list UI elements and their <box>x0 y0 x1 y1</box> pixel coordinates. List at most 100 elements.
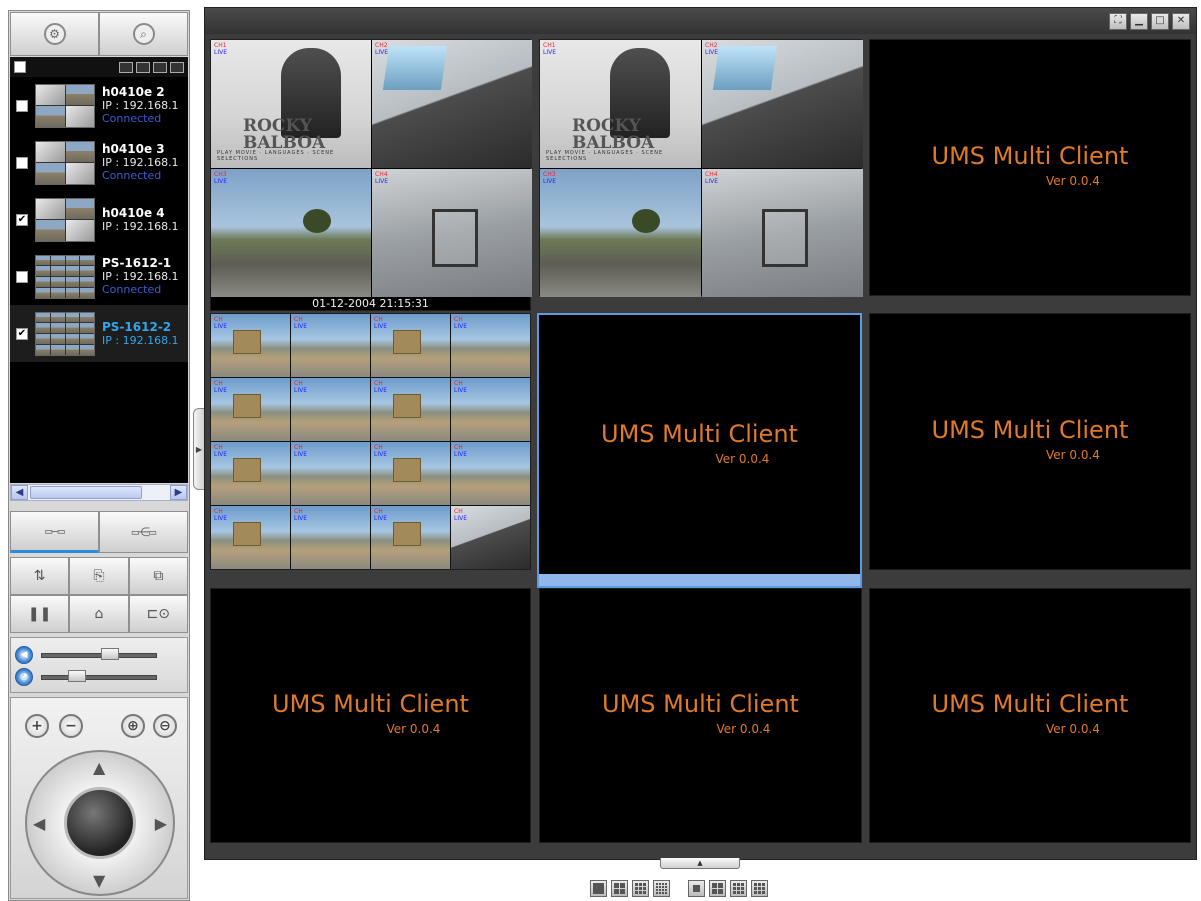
device-info: h0410e 2 IP : 192.168.1 Connected <box>102 86 180 125</box>
device-checkbox[interactable]: ✔ <box>16 213 28 226</box>
scroll-right-icon[interactable]: ▶ <box>170 485 187 500</box>
layout-1plus5-button[interactable] <box>709 880 726 897</box>
add-group-icon[interactable] <box>136 61 150 73</box>
video-cell-9[interactable]: UMS Multi Client Ver 0.0.4 <box>869 588 1191 843</box>
camera-feed: CH3 LIVE <box>540 169 701 297</box>
settings-button[interactable]: ⚙ <box>10 12 99 56</box>
alarm-button[interactable]: ⌂ <box>69 595 129 633</box>
close-icon: ✕ <box>1176 15 1186 26</box>
maximize-button[interactable]: □ <box>1151 12 1169 30</box>
close-button[interactable]: ✕ <box>1172 12 1190 30</box>
device-thumbnail <box>35 254 95 299</box>
device-checkbox[interactable] <box>16 270 28 283</box>
volume-slider[interactable] <box>41 647 157 660</box>
multi-channel-grid: CH LIVE CH LIVE CH LIVE CH LIVE CH LIVE CH LIVE CH LI… <box>211 314 530 569</box>
fullscreen-button[interactable]: ⛶ <box>1109 12 1127 30</box>
device-item[interactable]: h0410e 3 IP : 192.168.1 Connected <box>10 134 188 191</box>
tab-multi-connection[interactable]: ▭⋲▭ <box>99 511 188 553</box>
ptz-menu-button[interactable]: ⇅ <box>10 557 70 595</box>
pan-right-icon[interactable]: ▶ <box>155 814 167 833</box>
empty-channel-placeholder: UMS Multi Client Ver 0.0.4 <box>540 589 861 842</box>
video-cell-8[interactable]: UMS Multi Client Ver 0.0.4 <box>539 588 862 843</box>
ptz-panel: + − ⊕ ⊖ ▲ ▼ ◀ ▶ <box>10 697 188 899</box>
record-button[interactable]: ⊏⊙ <box>128 595 188 633</box>
camera-feed: CH LIVE <box>291 314 370 377</box>
video-cell-7[interactable]: UMS Multi Client Ver 0.0.4 <box>210 588 531 843</box>
video-cell-4[interactable]: CH LIVE CH LIVE CH LIVE CH LIVE CH LIVE CH LIVE CH LI… <box>210 313 531 570</box>
video-cell-2[interactable]: ROCKY BALBOA PLAY MOVIE · LANGUAGES · SCEN… <box>539 39 863 297</box>
select-all-checkbox[interactable] <box>14 61 26 73</box>
layout-3x3-button[interactable] <box>632 880 649 897</box>
pause-button[interactable]: ❚❚ <box>10 595 70 633</box>
speed-slider[interactable] <box>41 669 157 682</box>
speed-icon: ◔ <box>15 668 33 686</box>
pan-up-icon[interactable]: ▲ <box>93 758 105 777</box>
pause-icon: ❚❚ <box>27 606 52 622</box>
camera-feed: CH LIVE <box>451 506 530 569</box>
layout-4x4-button[interactable] <box>653 880 670 897</box>
placeholder-version: Ver 0.0.4 <box>716 721 771 736</box>
device-list-header <box>10 57 188 77</box>
device-item[interactable]: PS-1612-1 IP : 192.168.1 Connected <box>10 248 188 305</box>
device-thumbnail <box>35 140 95 185</box>
video-cell-1[interactable]: ROCKY BALBOA PLAY MOVIE · LANGUAGES · SCEN… <box>210 39 532 311</box>
device-item[interactable]: ✔ PS-1612-2 IP : 192.168.1 <box>10 305 188 362</box>
scrollbar-thumb[interactable] <box>30 486 142 499</box>
chevron-right-icon: ▶ <box>195 444 203 454</box>
placeholder-title: UMS Multi Client <box>602 689 799 718</box>
tab-single-connection[interactable]: ▭—▭ <box>10 511 99 553</box>
pan-down-icon[interactable]: ▼ <box>93 871 105 890</box>
zoom-in-button[interactable]: ⊕ <box>121 714 145 738</box>
layout-1plus7-button[interactable] <box>730 880 747 897</box>
video-cell-6[interactable]: UMS Multi Client Ver 0.0.4 <box>869 313 1191 570</box>
device-checkbox[interactable] <box>16 99 28 112</box>
layout-1x1-button[interactable] <box>590 880 607 897</box>
focus-plus-button[interactable]: + <box>25 714 49 738</box>
video-viewer: ⛶ ▁ □ ✕ ROCKY BALBOA PLAY MOVIE · LANGUAGE… <box>204 7 1197 860</box>
layout-2x2-button[interactable] <box>611 880 628 897</box>
plus-icon: + <box>31 718 43 734</box>
network-button[interactable]: ⧉ <box>128 557 188 595</box>
add-button[interactable]: ⎘ <box>69 557 129 595</box>
video-cell-3[interactable]: UMS Multi Client Ver 0.0.4 <box>869 39 1191 296</box>
pan-left-icon[interactable]: ◀ <box>33 814 45 833</box>
chevron-up-icon: ▲ <box>697 859 703 867</box>
device-checkbox[interactable]: ✔ <box>16 327 28 340</box>
scroll-left-icon[interactable]: ◀ <box>11 485 28 500</box>
ptz-joystick[interactable] <box>64 787 136 859</box>
zoom-out-button[interactable]: ⊖ <box>153 714 177 738</box>
camera-feed: CH LIVE <box>211 506 290 569</box>
focus-minus-button[interactable]: − <box>59 714 83 738</box>
volume-row: ◀ <box>15 644 183 666</box>
device-checkbox[interactable] <box>16 156 28 169</box>
speed-slider-handle[interactable] <box>68 669 87 682</box>
camera-icon: ⊏⊙ <box>146 606 171 622</box>
ptz-direction-pad[interactable]: ▲ ▼ ◀ ▶ <box>25 750 175 896</box>
remove-device-icon[interactable] <box>153 61 167 73</box>
layout-single-large-button[interactable] <box>688 880 705 897</box>
device-name: h0410e 2 <box>102 86 165 99</box>
video-cell-5[interactable]: UMS Multi Client Ver 0.0.4 <box>537 313 862 588</box>
edit-device-icon[interactable] <box>170 61 184 73</box>
camera-feed: ROCKY BALBOA PLAY MOVIE · LANGUAGES · SCEN… <box>211 40 371 168</box>
device-info: PS-1612-1 IP : 192.168.1 Connected <box>102 257 180 296</box>
empty-channel-placeholder: UMS Multi Client Ver 0.0.4 <box>539 315 860 576</box>
device-status: Connected <box>102 169 162 182</box>
minus-icon: − <box>65 718 77 734</box>
speaker-icon: ◀ <box>15 646 33 664</box>
add-device-icon[interactable] <box>119 61 133 73</box>
minimize-button[interactable]: ▁ <box>1130 12 1148 30</box>
placeholder-title: UMS Multi Client <box>931 415 1129 444</box>
device-list-scrollbar[interactable]: ◀ ▶ <box>10 484 188 501</box>
placeholder-title: UMS Multi Client <box>931 689 1129 718</box>
camera-feed: CH LIVE <box>211 378 290 441</box>
empty-channel-placeholder: UMS Multi Client Ver 0.0.4 <box>211 589 530 842</box>
layout-1plus12-button[interactable] <box>751 880 768 897</box>
device-thumbnail <box>35 311 95 356</box>
search-button[interactable]: ⌕ <box>99 12 188 56</box>
device-list: h0410e 2 IP : 192.168.1 Connected h0410e… <box>10 77 188 483</box>
expand-bottom-toggle[interactable]: ▲ <box>660 858 740 869</box>
volume-slider-handle[interactable] <box>100 647 119 660</box>
device-item[interactable]: ✔ h0410e 4 IP : 192.168.1 <box>10 191 188 248</box>
device-item[interactable]: h0410e 2 IP : 192.168.1 Connected <box>10 77 188 134</box>
